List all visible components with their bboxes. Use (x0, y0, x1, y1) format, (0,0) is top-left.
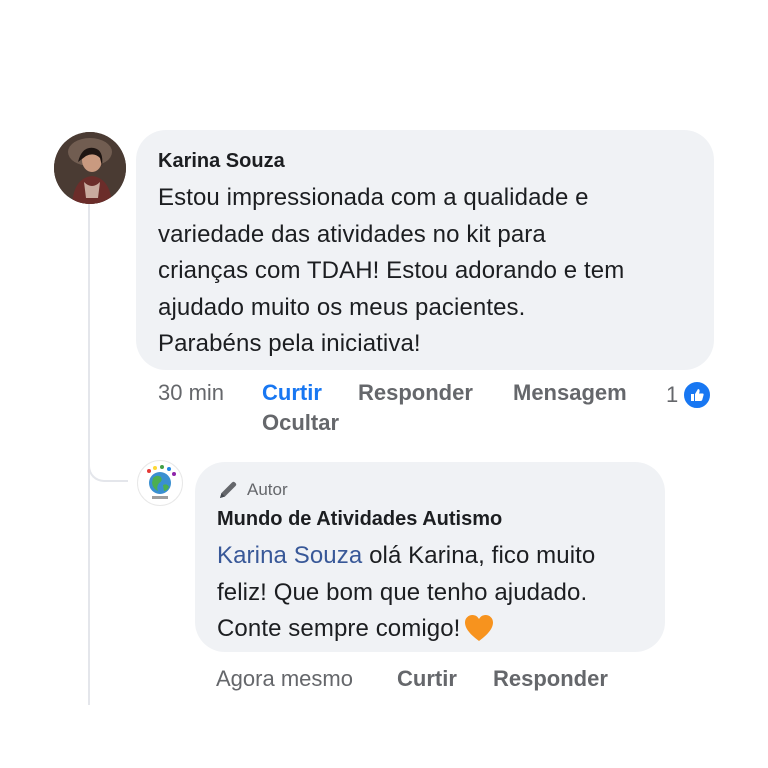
comment-line: Parabéns pela iniciativa! (158, 330, 421, 357)
orange-heart-icon (464, 614, 494, 654)
like-button[interactable]: Curtir (262, 380, 322, 406)
reply-like-button[interactable]: Curtir (397, 666, 457, 692)
reaction-summary[interactable]: 1 (666, 380, 713, 410)
author-badge-label: Autor (247, 480, 288, 499)
globe-logo (139, 462, 181, 504)
reply-line-text: olá Karina, fico muito (362, 542, 596, 569)
comment-line: ajudado muito os meus pacientes. (158, 293, 526, 321)
pencil-icon (220, 481, 237, 498)
comment-line: variedade das atividades no kit para (158, 220, 546, 248)
comment-bubble: Karina Souza Estou impressionada com a q… (136, 130, 714, 370)
reply-line: Karina Souza olá Karina, fico muito (217, 538, 643, 575)
reaction-count: 1 (666, 382, 679, 407)
reply-line: feliz! Que bom que tenho ajudado. (217, 578, 588, 606)
reply-bubble: Autor Mundo de Atividades Autismo Karina… (195, 462, 665, 652)
avatar[interactable] (54, 132, 126, 204)
message-button[interactable]: Mensagem (513, 380, 627, 406)
thread-connector (88, 440, 128, 482)
hide-button[interactable]: Ocultar (262, 410, 339, 436)
reply-line-text: Conte sempre comigo! (217, 615, 461, 642)
reply-reply-button[interactable]: Responder (493, 666, 608, 692)
comment-thread: Karina Souza Estou impressionada com a q… (0, 0, 768, 768)
reply-author[interactable]: Mundo de Atividades Autismo (217, 506, 643, 532)
comment-line: Estou impressionada com a qualidade e (158, 184, 589, 211)
reply-timestamp[interactable]: Agora mesmo (216, 666, 353, 692)
reply-button[interactable]: Responder (358, 380, 473, 406)
page-avatar[interactable] (137, 460, 183, 506)
comment-author[interactable]: Karina Souza (158, 148, 692, 174)
author-badge: Autor (217, 476, 643, 504)
mention-link[interactable]: Karina Souza (217, 542, 362, 569)
comment-text: Estou impressionada com a qualidade e va… (158, 180, 692, 363)
thumbs-up-icon (682, 380, 713, 410)
reply-line: Conte sempre comigo! (217, 611, 643, 654)
comment-timestamp[interactable]: 30 min (158, 380, 224, 406)
user-photo (54, 132, 126, 204)
reply-text: Karina Souza olá Karina, fico muito feli… (217, 538, 643, 654)
comment-line: crianças com TDAH! Estou adorando e tem (158, 257, 625, 284)
